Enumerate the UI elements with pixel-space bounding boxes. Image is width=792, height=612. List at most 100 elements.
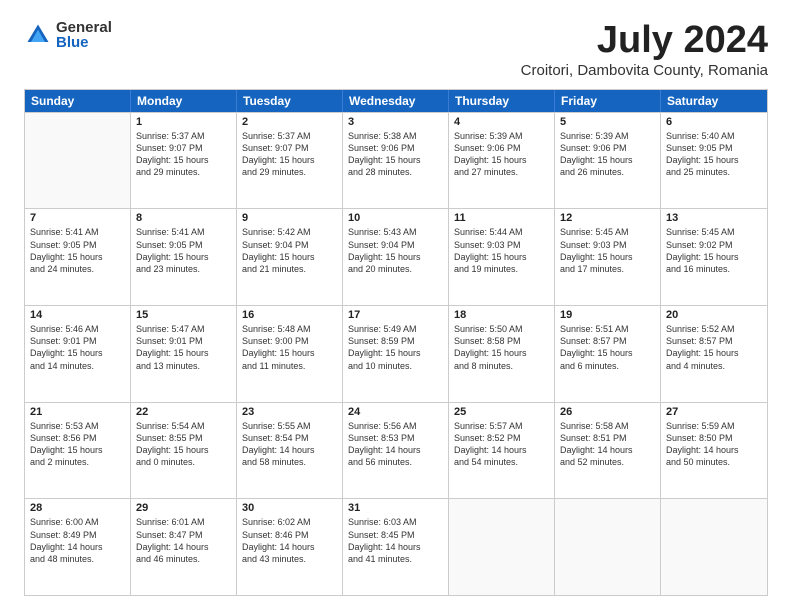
calendar-cell: 15Sunrise: 5:47 AM Sunset: 9:01 PM Dayli… bbox=[131, 306, 237, 402]
calendar-cell: 17Sunrise: 5:49 AM Sunset: 8:59 PM Dayli… bbox=[343, 306, 449, 402]
day-number: 15 bbox=[136, 309, 231, 321]
day-number: 4 bbox=[454, 116, 549, 128]
calendar-header-row: SundayMondayTuesdayWednesdayThursdayFrid… bbox=[25, 90, 767, 112]
cal-header-wednesday: Wednesday bbox=[343, 90, 449, 112]
header: General Blue July 2024 Croitori, Dambovi… bbox=[24, 20, 768, 79]
logo-general: General bbox=[56, 20, 112, 35]
day-info: Sunrise: 5:57 AM Sunset: 8:52 PM Dayligh… bbox=[454, 420, 549, 469]
day-number: 31 bbox=[348, 502, 443, 514]
day-info: Sunrise: 6:02 AM Sunset: 8:46 PM Dayligh… bbox=[242, 516, 337, 565]
cal-header-thursday: Thursday bbox=[449, 90, 555, 112]
cal-header-tuesday: Tuesday bbox=[237, 90, 343, 112]
calendar-cell: 10 Sunrise: 5:43 AM Sunset: 9:04 PM Dayli… bbox=[343, 209, 449, 305]
day-info: Sunrise: 6:00 AM Sunset: 8:49 PM Dayligh… bbox=[30, 516, 125, 565]
calendar-cell: 8 Sunrise: 5:41 AM Sunset: 9:05 PM Daylig… bbox=[131, 209, 237, 305]
cal-header-monday: Monday bbox=[131, 90, 237, 112]
calendar-cell: 2 Sunrise: 5:37 AM Sunset: 9:07 PM Daylig… bbox=[237, 113, 343, 209]
day-info: Sunrise: 5:43 AM Sunset: 9:04 PM Dayligh… bbox=[348, 226, 443, 275]
day-number: 27 bbox=[666, 406, 762, 418]
day-info: Sunrise: 5:44 AM Sunset: 9:03 PM Dayligh… bbox=[454, 226, 549, 275]
calendar-cell: 6 Sunrise: 5:40 AM Sunset: 9:05 PM Daylig… bbox=[661, 113, 767, 209]
day-info: Sunrise: 5:51 AM Sunset: 8:57 PM Dayligh… bbox=[560, 323, 655, 372]
calendar-subtitle: Croitori, Dambovita County, Romania bbox=[521, 62, 768, 79]
calendar-cell bbox=[555, 499, 661, 595]
calendar-title: July 2024 bbox=[521, 20, 768, 62]
day-number: 10 bbox=[348, 212, 443, 224]
day-info: Sunrise: 5:39 AM Sunset: 9:06 PM Dayligh… bbox=[454, 130, 549, 179]
logo: General Blue bbox=[24, 20, 112, 50]
day-info: Sunrise: 5:37 AM Sunset: 9:07 PM Dayligh… bbox=[242, 130, 337, 179]
calendar-cell: 3 Sunrise: 5:38 AM Sunset: 9:06 PM Daylig… bbox=[343, 113, 449, 209]
calendar-cell: 12 Sunrise: 5:45 AM Sunset: 9:03 PM Dayli… bbox=[555, 209, 661, 305]
day-info: Sunrise: 5:40 AM Sunset: 9:05 PM Dayligh… bbox=[666, 130, 762, 179]
calendar-row-1: 1Sunrise: 5:37 AM Sunset: 9:07 PM Daylig… bbox=[25, 112, 767, 209]
calendar-cell: 27Sunrise: 5:59 AM Sunset: 8:50 PM Dayli… bbox=[661, 403, 767, 499]
calendar-cell: 25Sunrise: 5:57 AM Sunset: 8:52 PM Dayli… bbox=[449, 403, 555, 499]
day-info: Sunrise: 5:53 AM Sunset: 8:56 PM Dayligh… bbox=[30, 420, 125, 469]
calendar-cell: 11 Sunrise: 5:44 AM Sunset: 9:03 PM Dayli… bbox=[449, 209, 555, 305]
day-number: 18 bbox=[454, 309, 549, 321]
calendar: SundayMondayTuesdayWednesdayThursdayFrid… bbox=[24, 89, 768, 596]
calendar-cell: 18 Sunrise: 5:50 AM Sunset: 8:58 PM Dayli… bbox=[449, 306, 555, 402]
calendar-row-2: 7Sunrise: 5:41 AM Sunset: 9:05 PM Daylig… bbox=[25, 208, 767, 305]
day-number: 20 bbox=[666, 309, 762, 321]
day-info: Sunrise: 5:45 AM Sunset: 9:03 PM Dayligh… bbox=[560, 226, 655, 275]
cal-header-sunday: Sunday bbox=[25, 90, 131, 112]
logo-text: General Blue bbox=[56, 20, 112, 50]
logo-blue: Blue bbox=[56, 35, 112, 50]
day-number: 17 bbox=[348, 309, 443, 321]
calendar-body: 1Sunrise: 5:37 AM Sunset: 9:07 PM Daylig… bbox=[25, 112, 767, 595]
calendar-cell: 26Sunrise: 5:58 AM Sunset: 8:51 PM Dayli… bbox=[555, 403, 661, 499]
day-number: 9 bbox=[242, 212, 337, 224]
page: General Blue July 2024 Croitori, Dambovi… bbox=[0, 0, 792, 612]
day-info: Sunrise: 5:41 AM Sunset: 9:05 PM Dayligh… bbox=[136, 226, 231, 275]
calendar-cell: 29 Sunrise: 6:01 AM Sunset: 8:47 PM Dayli… bbox=[131, 499, 237, 595]
calendar-cell bbox=[25, 113, 131, 209]
day-info: Sunrise: 6:03 AM Sunset: 8:45 PM Dayligh… bbox=[348, 516, 443, 565]
logo-icon bbox=[24, 21, 52, 49]
day-number: 30 bbox=[242, 502, 337, 514]
day-number: 11 bbox=[454, 212, 549, 224]
cal-header-saturday: Saturday bbox=[661, 90, 767, 112]
calendar-cell: 19Sunrise: 5:51 AM Sunset: 8:57 PM Dayli… bbox=[555, 306, 661, 402]
day-info: Sunrise: 5:48 AM Sunset: 9:00 PM Dayligh… bbox=[242, 323, 337, 372]
day-number: 23 bbox=[242, 406, 337, 418]
day-info: Sunrise: 6:01 AM Sunset: 8:47 PM Dayligh… bbox=[136, 516, 231, 565]
day-info: Sunrise: 5:55 AM Sunset: 8:54 PM Dayligh… bbox=[242, 420, 337, 469]
day-number: 5 bbox=[560, 116, 655, 128]
calendar-cell: 22Sunrise: 5:54 AM Sunset: 8:55 PM Dayli… bbox=[131, 403, 237, 499]
calendar-cell: 7Sunrise: 5:41 AM Sunset: 9:05 PM Daylig… bbox=[25, 209, 131, 305]
day-number: 13 bbox=[666, 212, 762, 224]
calendar-row-5: 28 Sunrise: 6:00 AM Sunset: 8:49 PM Dayli… bbox=[25, 498, 767, 595]
day-info: Sunrise: 5:50 AM Sunset: 8:58 PM Dayligh… bbox=[454, 323, 549, 372]
calendar-cell: 28 Sunrise: 6:00 AM Sunset: 8:49 PM Dayli… bbox=[25, 499, 131, 595]
day-info: Sunrise: 5:39 AM Sunset: 9:06 PM Dayligh… bbox=[560, 130, 655, 179]
calendar-cell: 5 Sunrise: 5:39 AM Sunset: 9:06 PM Daylig… bbox=[555, 113, 661, 209]
calendar-cell bbox=[661, 499, 767, 595]
calendar-row-4: 21 Sunrise: 5:53 AM Sunset: 8:56 PM Dayli… bbox=[25, 402, 767, 499]
day-number: 22 bbox=[136, 406, 231, 418]
calendar-cell: 4 Sunrise: 5:39 AM Sunset: 9:06 PM Daylig… bbox=[449, 113, 555, 209]
day-number: 6 bbox=[666, 116, 762, 128]
day-info: Sunrise: 5:56 AM Sunset: 8:53 PM Dayligh… bbox=[348, 420, 443, 469]
calendar-cell: 21 Sunrise: 5:53 AM Sunset: 8:56 PM Dayli… bbox=[25, 403, 131, 499]
day-info: Sunrise: 5:46 AM Sunset: 9:01 PM Dayligh… bbox=[30, 323, 125, 372]
calendar-cell: 9 Sunrise: 5:42 AM Sunset: 9:04 PM Daylig… bbox=[237, 209, 343, 305]
title-block: July 2024 Croitori, Dambovita County, Ro… bbox=[521, 20, 768, 79]
day-info: Sunrise: 5:42 AM Sunset: 9:04 PM Dayligh… bbox=[242, 226, 337, 275]
day-info: Sunrise: 5:38 AM Sunset: 9:06 PM Dayligh… bbox=[348, 130, 443, 179]
day-number: 14 bbox=[30, 309, 125, 321]
day-number: 21 bbox=[30, 406, 125, 418]
calendar-row-3: 14 Sunrise: 5:46 AM Sunset: 9:01 PM Dayli… bbox=[25, 305, 767, 402]
calendar-cell: 30 Sunrise: 6:02 AM Sunset: 8:46 PM Dayli… bbox=[237, 499, 343, 595]
calendar-cell: 16Sunrise: 5:48 AM Sunset: 9:00 PM Dayli… bbox=[237, 306, 343, 402]
day-number: 2 bbox=[242, 116, 337, 128]
day-number: 28 bbox=[30, 502, 125, 514]
day-info: Sunrise: 5:37 AM Sunset: 9:07 PM Dayligh… bbox=[136, 130, 231, 179]
calendar-cell: 20Sunrise: 5:52 AM Sunset: 8:57 PM Dayli… bbox=[661, 306, 767, 402]
day-number: 29 bbox=[136, 502, 231, 514]
day-number: 3 bbox=[348, 116, 443, 128]
day-number: 8 bbox=[136, 212, 231, 224]
day-number: 12 bbox=[560, 212, 655, 224]
calendar-cell: 24Sunrise: 5:56 AM Sunset: 8:53 PM Dayli… bbox=[343, 403, 449, 499]
